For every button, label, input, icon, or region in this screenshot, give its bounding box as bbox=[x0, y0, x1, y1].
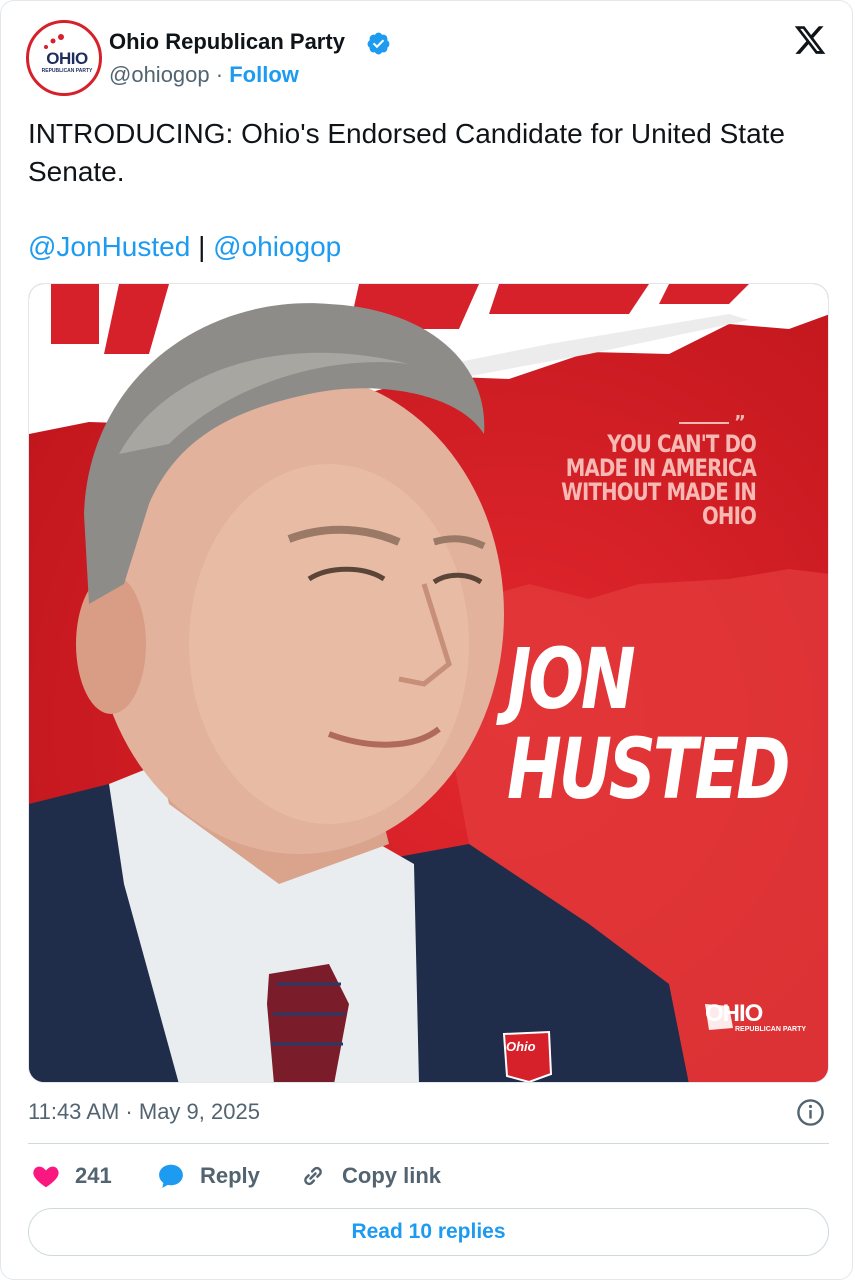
mention-separator: | bbox=[198, 231, 206, 262]
quote-line-2: MADE IN AMERICA bbox=[565, 454, 757, 482]
poster-quote: YOU CAN'T DO MADE IN AMERICA WITHOUT MAD… bbox=[543, 430, 757, 530]
avatar-logo-text: OHIO bbox=[46, 49, 88, 68]
reply-icon bbox=[159, 1164, 183, 1188]
mentions-row: @JonHusted | @ohiogop bbox=[28, 228, 341, 266]
tweet-text: INTRODUCING: Ohio's Endorsed Candidate f… bbox=[28, 118, 785, 187]
heart-icon bbox=[33, 1166, 59, 1188]
reply-label: Reply bbox=[200, 1163, 260, 1188]
lapel-pin-text: Ohio bbox=[506, 1039, 536, 1054]
footer-divider bbox=[28, 1143, 829, 1144]
quote-line-1: YOU CAN'T DO bbox=[607, 430, 757, 458]
quote-line-4: OHIO bbox=[702, 502, 757, 530]
x-logo-icon[interactable] bbox=[793, 23, 827, 57]
poster-candidate-name: JON HUSTED bbox=[507, 630, 790, 818]
avatar-logo-subtext: REPUBLICAN PARTY bbox=[41, 68, 93, 74]
candidate-last-name: HUSTED bbox=[507, 720, 790, 818]
author-handle[interactable]: @ohiogop bbox=[109, 62, 210, 87]
link-icon bbox=[304, 1166, 322, 1186]
copy-link-label: Copy link bbox=[342, 1163, 442, 1188]
author-name[interactable]: Ohio Republican Party bbox=[109, 29, 345, 55]
poster-brand-logo: OHIO bbox=[705, 1000, 763, 1027]
reply-button[interactable]: Reply bbox=[156, 1161, 260, 1191]
tweet-timestamp[interactable]: 11:43 AM · May 9, 2025 bbox=[28, 1099, 260, 1125]
poster-brand-subtext: REPUBLICAN PARTY bbox=[735, 1026, 807, 1033]
follow-button[interactable]: Follow bbox=[229, 62, 299, 87]
candidate-first-name: JON bbox=[507, 630, 636, 728]
tweet-card: OHIO REPUBLICAN PARTY Ohio Republican Pa… bbox=[0, 0, 853, 1280]
tweet-media-image[interactable]: ” YOU CAN'T DO MADE IN AMERICA WITHOUT M… bbox=[28, 283, 829, 1083]
handle-row: @ohiogop · Follow bbox=[109, 62, 299, 88]
like-button[interactable]: 241 bbox=[31, 1161, 112, 1191]
info-icon[interactable] bbox=[796, 1098, 825, 1127]
likes-count: 241 bbox=[75, 1163, 112, 1188]
avatar-dots-icon bbox=[44, 34, 64, 49]
handle-separator: · bbox=[215, 62, 224, 87]
copy-link-button[interactable]: Copy link bbox=[298, 1161, 441, 1191]
quote-line-3: WITHOUT MADE IN bbox=[561, 478, 757, 506]
avatar[interactable]: OHIO REPUBLICAN PARTY bbox=[26, 20, 102, 96]
read-replies-button[interactable]: Read 10 replies bbox=[28, 1208, 829, 1256]
mention-ohiogop[interactable]: @ohiogop bbox=[213, 231, 341, 262]
verified-badge-icon bbox=[367, 32, 390, 55]
mention-jonhusted[interactable]: @JonHusted bbox=[28, 231, 190, 262]
